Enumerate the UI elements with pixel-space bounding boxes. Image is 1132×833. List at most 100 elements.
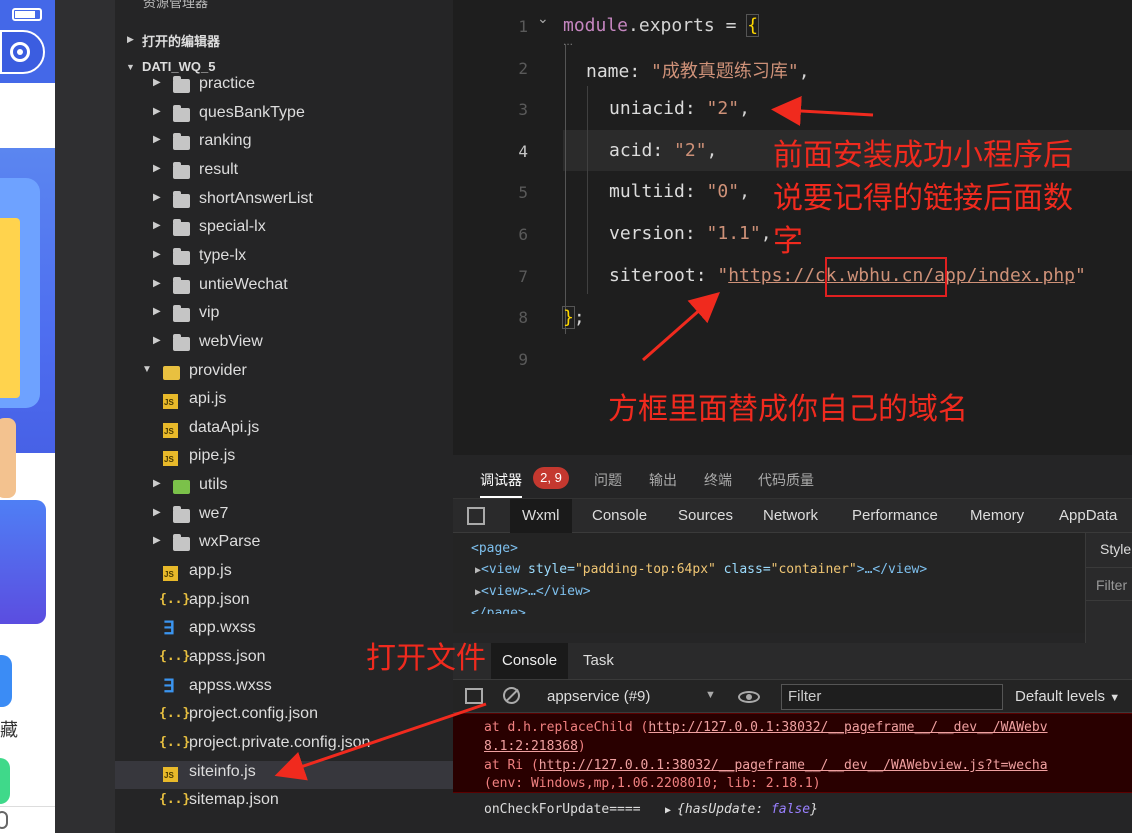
tab-console-drawer[interactable]: Console: [491, 643, 569, 679]
tab-task[interactable]: Task: [583, 652, 614, 669]
tab-network[interactable]: Network: [763, 507, 818, 524]
tab-sources[interactable]: Sources: [678, 507, 733, 524]
console-log-message: onCheckForUpdate==== ▶ {hasUpdate: false…: [453, 793, 1132, 825]
folder-icon: [173, 480, 190, 495]
log-levels-select[interactable]: Default levels ▼: [1015, 688, 1120, 705]
js-file-icon: JS: [163, 422, 178, 438]
tab-code-quality[interactable]: 代码质量: [758, 470, 814, 490]
tree-item-label: pipe.js: [189, 447, 236, 465]
tab-output[interactable]: 输出: [649, 470, 677, 490]
tree-item[interactable]: {..} app.json: [115, 589, 453, 617]
styles-tab[interactable]: Style: [1100, 541, 1131, 557]
tree-item[interactable]: ▶ webView: [115, 331, 453, 359]
arrow-icon: [274, 702, 487, 781]
folder-icon: [173, 247, 190, 265]
source-link[interactable]: http://127.0.0.1:38032/__pageframe__/__d…: [648, 720, 1047, 735]
tree-item[interactable]: JS api.js: [115, 388, 453, 416]
wxml-node[interactable]: ▶<view style="padding-top:64px" class="c…: [475, 562, 927, 577]
js-file-icon: JS: [163, 766, 178, 782]
tree-item[interactable]: ▶ shortAnswerList: [115, 188, 453, 216]
js-file-icon: JS: [163, 394, 178, 410]
tree-item[interactable]: ▶ practice: [115, 73, 453, 101]
annotation-arrow: [274, 702, 487, 781]
menu-label: 藏: [0, 720, 18, 740]
clear-console-icon[interactable]: [503, 687, 520, 704]
tree-item-label: we7: [199, 504, 229, 522]
chevron-down-icon[interactable]: ▼: [705, 689, 716, 701]
log-object[interactable]: ▶ {hasUpdate: false}: [665, 802, 818, 817]
folder-icon: [173, 104, 190, 122]
json-file-icon: {..}: [159, 734, 191, 750]
tree-item[interactable]: JS pipe.js: [115, 445, 453, 473]
tab-performance[interactable]: Performance: [852, 507, 938, 524]
folder-icon: [173, 190, 190, 208]
tree-item[interactable]: {..} sitemap.json: [115, 789, 453, 817]
tree-item[interactable]: ▶ vip: [115, 302, 453, 330]
tree-item[interactable]: JS app.js: [115, 560, 453, 588]
folder-icon: [173, 133, 190, 151]
chevron-right-icon: ▶: [153, 77, 161, 88]
styles-filter[interactable]: Filter: [1086, 567, 1132, 601]
simulator-preview[interactable]: 藏: [0, 0, 55, 833]
annotation-text: 打开文件: [366, 641, 486, 676]
tree-item[interactable]: ▶ utils: [115, 474, 453, 502]
folder-icon: [173, 505, 190, 523]
wxml-node[interactable]: ▶<view>…</view>: [475, 584, 591, 599]
code-editor[interactable]: 123456789 ⌄ ... module.exports = { name:…: [453, 0, 1132, 455]
tree-item-label: wxParse: [199, 533, 261, 551]
tab-debugger[interactable]: 调试器: [480, 470, 522, 498]
tab-console[interactable]: Console: [592, 507, 647, 524]
tree-item[interactable]: ▶ special-lx: [115, 216, 453, 244]
tree-item[interactable]: JS dataApi.js: [115, 417, 453, 445]
console-error-message: at d.h.replaceChild (http://127.0.0.1:38…: [453, 713, 1132, 793]
error-line: at d.h.replaceChild (http://127.0.0.1:38…: [484, 720, 1048, 735]
arrow-icon: [771, 96, 874, 126]
eye-icon[interactable]: [738, 691, 760, 703]
capsule-button[interactable]: [0, 30, 45, 74]
folder-icon: [173, 276, 190, 294]
chevron-right-icon: ▶: [153, 162, 161, 174]
tree-item[interactable]: ▶ type-lx: [115, 245, 453, 273]
chevron-right-icon: ▶: [153, 478, 161, 490]
tree-item-label: vip: [199, 304, 220, 322]
tree-item[interactable]: ▶ wxParse: [115, 531, 453, 559]
console-filter-input[interactable]: Filter: [781, 684, 1003, 710]
tab-appdata[interactable]: AppData: [1059, 507, 1117, 524]
arrow-icon: [642, 292, 720, 362]
chevron-down-icon: ▼: [142, 363, 152, 375]
tree-item[interactable]: ▶ we7: [115, 503, 453, 531]
tree-item[interactable]: ▶ quesBankType: [115, 102, 453, 130]
tree-item[interactable]: ▶ untieWechat: [115, 274, 453, 302]
context-select[interactable]: appservice (#9): [547, 688, 650, 705]
console-drawer-tabs: Console Task: [453, 643, 1132, 679]
tab-problems[interactable]: 问题: [594, 470, 622, 490]
tree-item-label: shortAnswerList: [199, 189, 313, 207]
json-file-icon: {..}: [159, 649, 191, 664]
inspect-icon[interactable]: [467, 507, 485, 525]
status-bar: [0, 0, 55, 28]
annotation-arrows: [642, 96, 874, 362]
wxml-node[interactable]: <page>: [471, 541, 518, 556]
tree-item-label: ranking: [199, 132, 252, 150]
tab-memory[interactable]: Memory: [970, 507, 1024, 524]
chevron-right-icon: ▶: [153, 334, 161, 346]
source-link[interactable]: http://127.0.0.1:38032/__pageframe__/__d…: [539, 758, 1048, 773]
folder-icon: [173, 219, 190, 237]
menu-icon-green[interactable]: [0, 758, 10, 804]
menu-icon[interactable]: [0, 655, 12, 707]
tree-item-label: app.js: [189, 562, 232, 580]
feature-card[interactable]: [0, 500, 46, 624]
tab-wxml[interactable]: Wxml: [510, 499, 572, 533]
folder-icon: [173, 305, 190, 323]
css-file-icon: ∃: [163, 675, 175, 696]
tree-item[interactable]: ▼ provider: [115, 360, 453, 388]
debug-panel: 调试器 2, 9 问题 输出 终端 代码质量 Wxml Console Sour…: [453, 455, 1132, 833]
css-file-icon: ∃: [163, 618, 175, 639]
folder-icon: [173, 333, 190, 351]
tree-item[interactable]: ▶ ranking: [115, 130, 453, 158]
wxml-node[interactable]: </page>: [471, 606, 526, 614]
tab-terminal[interactable]: 终端: [704, 470, 732, 490]
tree-item[interactable]: ▶ result: [115, 159, 453, 187]
panel-tab-bar: 调试器 2, 9 问题 输出 终端 代码质量: [453, 455, 1132, 499]
tab-icon[interactable]: [0, 811, 8, 829]
